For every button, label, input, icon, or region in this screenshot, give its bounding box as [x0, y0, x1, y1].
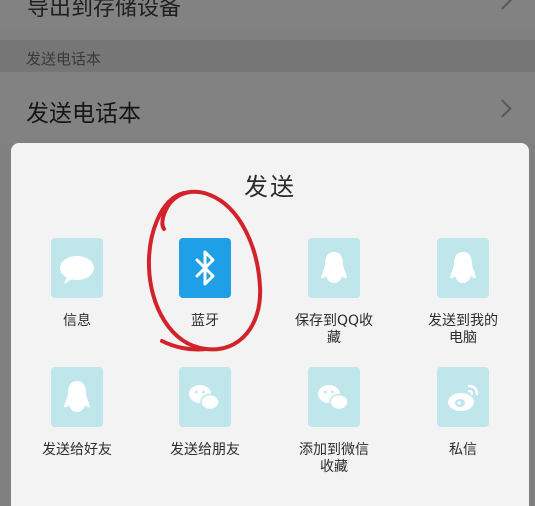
wechat-icon — [308, 367, 360, 427]
screen: 导出到存储设备 发送电话本 发送电话本 发送 信息 蓝牙 保存到QQ收藏 发送到… — [0, 0, 535, 506]
share-item-label: 蓝牙 — [191, 313, 219, 329]
share-item-label: 信息 — [63, 313, 91, 329]
qq-penguin-icon — [308, 238, 360, 298]
share-item-direct-message[interactable]: 私信 — [398, 367, 528, 459]
share-sheet: 发送 信息 蓝牙 保存到QQ收藏 发送到我的电脑 发送给好友 发送给朋友 添加到… — [11, 143, 529, 506]
share-item-label: 私信 — [449, 442, 477, 458]
qq-penguin-icon — [437, 238, 489, 298]
share-item-message[interactable]: 信息 — [12, 238, 142, 330]
share-item-my-computer[interactable]: 发送到我的电脑 — [398, 238, 528, 347]
weibo-icon — [437, 367, 489, 427]
chevron-right-icon — [493, 99, 512, 118]
share-item-label: 发送到我的电脑 — [428, 313, 498, 346]
share-item-send-friend[interactable]: 发送给好友 — [12, 367, 142, 459]
share-item-wechat-friend[interactable]: 发送给朋友 — [140, 367, 270, 459]
section-header-label: 发送电话本 — [26, 50, 102, 68]
export-storage-row[interactable]: 导出到存储设备 — [0, 0, 535, 28]
message-bubble-icon — [51, 238, 103, 298]
share-sheet-title: 发送 — [244, 173, 296, 201]
share-item-label: 添加到微信收藏 — [299, 442, 369, 475]
share-item-label: 发送给好友 — [42, 442, 112, 458]
share-item-qq-favorites[interactable]: 保存到QQ收藏 — [269, 238, 399, 347]
bluetooth-icon — [179, 238, 231, 298]
export-storage-label: 导出到存储设备 — [27, 0, 182, 21]
wechat-icon — [179, 367, 231, 427]
qq-penguin-icon — [51, 367, 103, 427]
send-phonebook-row[interactable]: 发送电话本 — [0, 72, 535, 144]
share-item-label: 保存到QQ收藏 — [294, 313, 374, 346]
share-item-wechat-favorites[interactable]: 添加到微信收藏 — [269, 367, 399, 476]
send-phonebook-label: 发送电话本 — [26, 101, 141, 127]
share-item-bluetooth[interactable]: 蓝牙 — [140, 238, 270, 330]
section-header: 发送电话本 — [0, 40, 535, 72]
share-item-label: 发送给朋友 — [170, 442, 240, 458]
chevron-right-icon — [493, 0, 512, 10]
